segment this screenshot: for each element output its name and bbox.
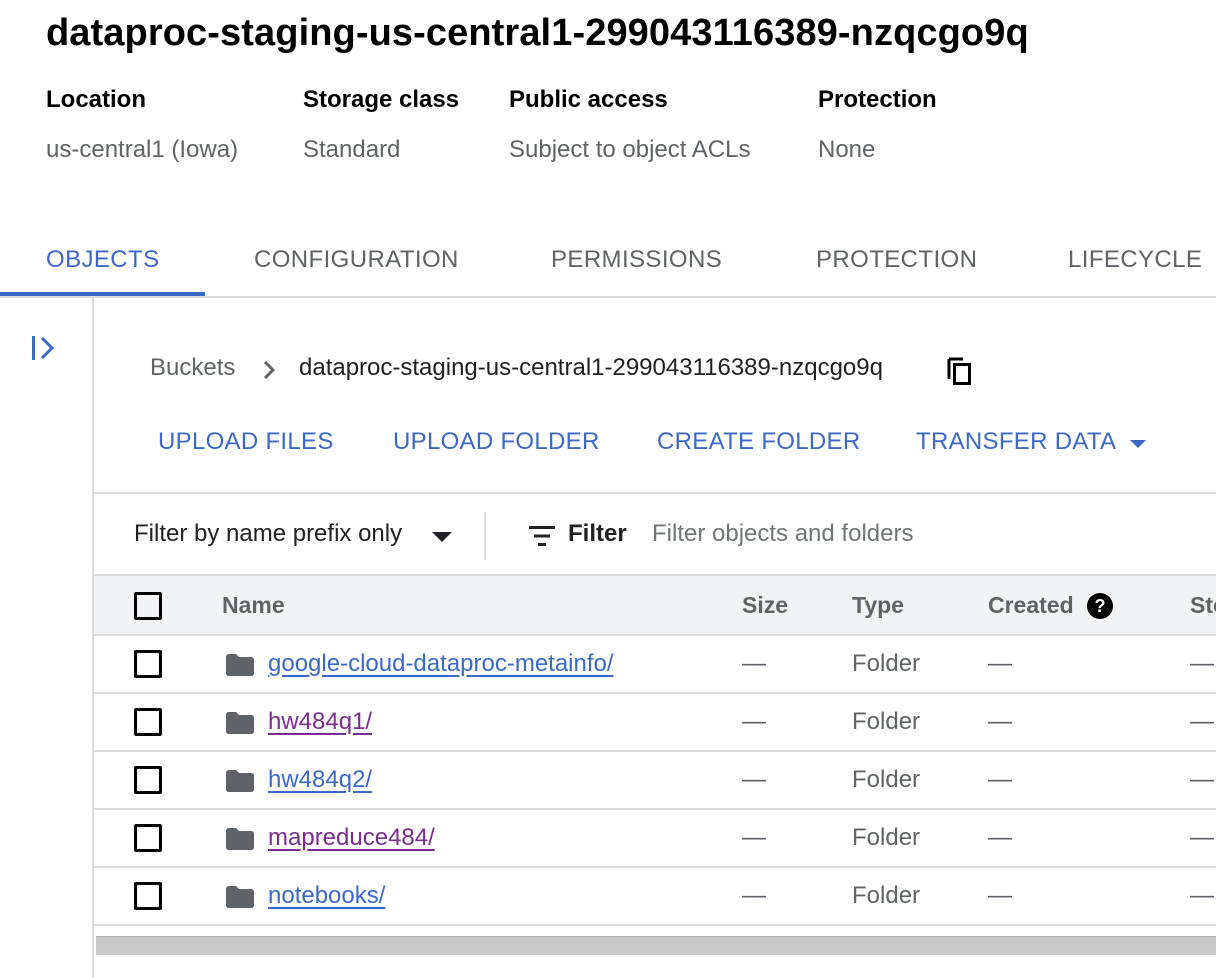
bucket-title: dataproc-staging-us-central1-29904311638…: [46, 12, 1029, 54]
meta-label: Storage class: [303, 86, 460, 113]
type-cell: Folder: [852, 882, 921, 909]
type-cell: Folder: [852, 650, 921, 677]
storage-class-cell: —: [1190, 882, 1214, 909]
meta-label: Protection: [818, 86, 937, 113]
created-cell: —: [988, 708, 1012, 735]
size-cell: —: [742, 766, 766, 793]
caret-down-icon[interactable]: [1130, 440, 1146, 448]
folder-link[interactable]: notebooks/: [268, 882, 385, 910]
type-cell: Folder: [852, 824, 921, 851]
size-cell: —: [742, 650, 766, 677]
size-cell: —: [742, 708, 766, 735]
meta-location: Location us-central1 (Iowa): [46, 86, 238, 164]
folder-icon: [226, 712, 254, 734]
tab-permissions[interactable]: PERMISSIONS: [551, 246, 722, 274]
folder-link[interactable]: google-cloud-dataproc-metainfo/: [268, 650, 614, 678]
storage-class-cell: —: [1190, 824, 1214, 851]
table-row: hw484q1/ — Folder — —: [94, 694, 1216, 752]
column-header-type[interactable]: Type: [852, 592, 904, 619]
row-checkbox[interactable]: [134, 882, 162, 910]
meta-protection: Protection None: [818, 86, 937, 164]
folder-icon: [226, 654, 254, 676]
filter-objects-input[interactable]: [652, 514, 1192, 554]
left-rail: [0, 298, 94, 978]
dropdown-caret-icon[interactable]: [432, 532, 452, 542]
size-cell: —: [742, 882, 766, 909]
table-row: google-cloud-dataproc-metainfo/ — Folder…: [94, 636, 1216, 694]
transfer-data-button[interactable]: TRANSFER DATA: [916, 428, 1116, 456]
table-row: hw484q2/ — Folder — —: [94, 752, 1216, 810]
folder-link[interactable]: mapreduce484/: [268, 824, 435, 852]
upload-folder-button[interactable]: UPLOAD FOLDER: [393, 428, 600, 456]
meta-value: us-central1 (Iowa): [46, 136, 239, 163]
create-folder-button[interactable]: CREATE FOLDER: [657, 428, 860, 456]
table-row: notebooks/ — Folder — —: [94, 868, 1216, 926]
meta-label: Public access: [509, 86, 668, 113]
filter-bar: Filter by name prefix only Filter: [94, 492, 1216, 576]
svg-text:?: ?: [1095, 596, 1106, 616]
folder-link[interactable]: hw484q1/: [268, 708, 372, 736]
expand-panel-icon[interactable]: [28, 332, 60, 364]
filter-icon: [529, 526, 555, 546]
column-header-storage-class[interactable]: Sto: [1190, 592, 1216, 619]
horizontal-scrollbar[interactable]: [96, 936, 1216, 955]
type-cell: Folder: [852, 708, 921, 735]
tab-lifecycle[interactable]: LIFECYCLE: [1068, 246, 1202, 274]
tab-objects[interactable]: OBJECTS: [46, 246, 159, 274]
meta-public-access: Public access Subject to object ACLs: [509, 86, 750, 164]
row-checkbox[interactable]: [134, 824, 162, 852]
size-cell: —: [742, 824, 766, 851]
chevron-right-icon: [263, 360, 276, 380]
storage-class-cell: —: [1190, 708, 1214, 735]
objects-table: Name Size Type Created ? Sto google-clou…: [94, 574, 1216, 926]
column-header-size[interactable]: Size: [742, 592, 788, 619]
divider: [484, 512, 486, 560]
upload-files-button[interactable]: UPLOAD FILES: [158, 428, 334, 456]
folder-icon: [226, 770, 254, 792]
created-cell: —: [988, 824, 1012, 851]
breadcrumb-current-bucket: dataproc-staging-us-central1-29904311638…: [299, 354, 883, 381]
help-icon[interactable]: ?: [1086, 592, 1114, 620]
tab-bar: OBJECTS CONFIGURATION PERMISSIONS PROTEC…: [0, 226, 1216, 298]
active-tab-indicator: [0, 292, 205, 296]
copy-icon[interactable]: [945, 355, 975, 387]
meta-storage-class: Storage class Standard: [303, 86, 459, 164]
row-checkbox[interactable]: [134, 708, 162, 736]
created-cell: —: [988, 650, 1012, 677]
select-all-checkbox[interactable]: [134, 592, 162, 620]
meta-value: None: [818, 136, 876, 163]
filter-label: Filter: [568, 520, 627, 547]
folder-icon: [226, 886, 254, 908]
meta-value: Standard: [303, 136, 401, 163]
row-checkbox[interactable]: [134, 650, 162, 678]
storage-class-cell: —: [1190, 650, 1214, 677]
folder-link[interactable]: hw484q2/: [268, 766, 372, 794]
breadcrumb-buckets-link[interactable]: Buckets: [150, 354, 235, 382]
type-cell: Folder: [852, 766, 921, 793]
filter-mode-dropdown[interactable]: Filter by name prefix only: [134, 520, 402, 548]
storage-class-cell: —: [1190, 766, 1214, 793]
meta-value: Subject to object ACLs: [509, 136, 751, 163]
column-header-name[interactable]: Name: [222, 592, 285, 619]
table-header: Name Size Type Created ? Sto: [94, 574, 1216, 636]
row-checkbox[interactable]: [134, 766, 162, 794]
column-header-created[interactable]: Created: [988, 592, 1074, 619]
folder-icon: [226, 828, 254, 850]
tab-protection[interactable]: PROTECTION: [816, 246, 977, 274]
tab-configuration[interactable]: CONFIGURATION: [254, 246, 459, 274]
created-cell: —: [988, 882, 1012, 909]
created-cell: —: [988, 766, 1012, 793]
meta-label: Location: [46, 86, 146, 113]
table-row: mapreduce484/ — Folder — —: [94, 810, 1216, 868]
